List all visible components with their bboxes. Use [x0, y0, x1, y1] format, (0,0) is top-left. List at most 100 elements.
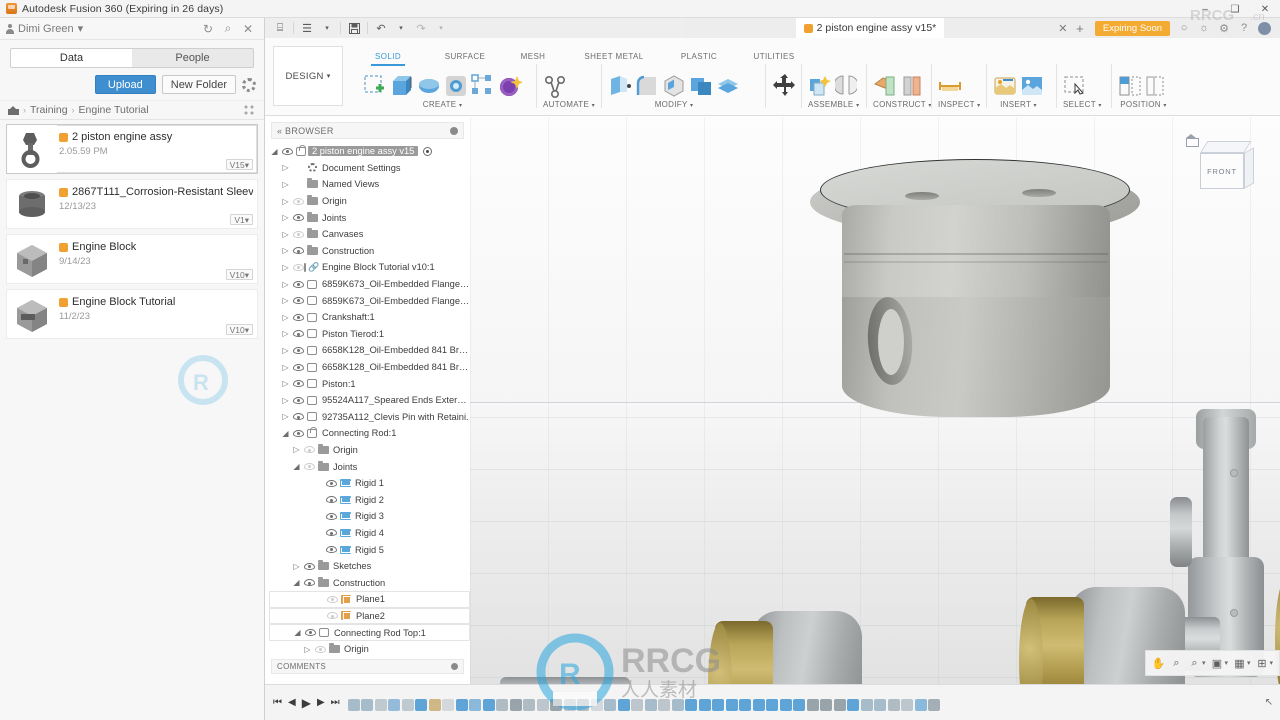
- file-card[interactable]: Engine Block Tutorial 11/2/23 V10▾: [6, 289, 258, 339]
- close-button[interactable]: ✕: [1250, 0, 1280, 18]
- browser-node[interactable]: Plane2: [269, 607, 470, 625]
- file-menu-icon[interactable]: ☰: [298, 20, 316, 36]
- timeline-feature-item[interactable]: [563, 698, 576, 711]
- insertimg-icon[interactable]: [1020, 74, 1044, 98]
- browser-node[interactable]: ▷ 6859K673_Oil-Embedded Flanged :: [269, 292, 470, 309]
- tab-close-icon[interactable]: ✕: [1055, 22, 1071, 35]
- move-icon[interactable]: [773, 74, 797, 98]
- timeline-feature-item[interactable]: [455, 698, 468, 711]
- visibility-eye-icon[interactable]: [291, 363, 305, 371]
- visibility-eye-icon[interactable]: [325, 595, 339, 603]
- visibility-eye-icon[interactable]: [291, 313, 305, 321]
- visibility-eye-icon[interactable]: [291, 197, 305, 205]
- browser-node[interactable]: ▷ Piston Tierod:1: [269, 326, 470, 343]
- browser-node[interactable]: ◢ Connecting Rod:1: [269, 425, 470, 442]
- ribbon-group-label[interactable]: AUTOMATE ▾: [543, 100, 595, 109]
- browser-node[interactable]: ▷ 95524A117_Speared Ends Externa.: [269, 392, 470, 409]
- visibility-eye-icon[interactable]: [291, 263, 305, 271]
- ribbon-group-label[interactable]: MODIFY ▾: [608, 100, 740, 109]
- timeline-go-end-button[interactable]: ⏭: [331, 697, 340, 708]
- expand-arrow-icon[interactable]: ▷: [280, 346, 291, 355]
- browser-node[interactable]: ◢ Joints: [269, 458, 470, 475]
- visibility-eye-icon[interactable]: [325, 612, 339, 620]
- browser-node[interactable]: ▷ Origin: [269, 442, 470, 459]
- timeline-feature-item[interactable]: [644, 698, 657, 711]
- browser-node[interactable]: ◢ Construction: [269, 574, 470, 591]
- browser-node[interactable]: ◢ Connecting Rod Top:1: [269, 624, 470, 641]
- view-cube-top-face[interactable]: [1200, 141, 1252, 153]
- clevis-pin[interactable]: [1170, 497, 1192, 567]
- browser-node[interactable]: Plane1: [269, 591, 470, 608]
- viewport-3d[interactable]: FRONT ✋ ⌕ ⌕ ▾ ▣ ▾ ▦ ▾ ⊞ ▾: [470, 117, 1280, 720]
- timeline-feature-item[interactable]: [428, 698, 441, 711]
- timeline-feature-item[interactable]: [820, 698, 833, 711]
- home-icon[interactable]: [1186, 134, 1199, 147]
- expand-arrow-icon[interactable]: ▷: [280, 396, 291, 405]
- browser-node[interactable]: Rigid 1: [269, 475, 470, 492]
- browser-node[interactable]: ▷ Origin: [269, 193, 470, 210]
- visibility-eye-icon[interactable]: [303, 629, 317, 637]
- timeline-feature-item[interactable]: [388, 698, 401, 711]
- collapse-icon[interactable]: «: [277, 126, 282, 136]
- timeline-feature-item[interactable]: [847, 698, 860, 711]
- expand-arrow-icon[interactable]: ▷: [280, 163, 291, 172]
- browser-node[interactable]: ▷ Joints: [269, 209, 470, 226]
- expand-arrow-icon[interactable]: ▷: [280, 412, 291, 421]
- browser-node[interactable]: Rigid 2: [269, 491, 470, 508]
- account-icon[interactable]: [1254, 18, 1274, 38]
- ribbon-tab-sheet-metal[interactable]: SHEET METAL: [578, 52, 650, 61]
- view-toggle-icon[interactable]: [243, 103, 256, 117]
- timeline-feature-item[interactable]: [739, 698, 752, 711]
- pattern-icon[interactable]: [471, 74, 495, 98]
- timeline-feature-item[interactable]: [860, 698, 873, 711]
- timeline-end-marker-icon[interactable]: ↖: [1258, 697, 1280, 708]
- browser-node[interactable]: Rigid 5: [269, 541, 470, 558]
- expand-arrow-icon[interactable]: ▷: [280, 329, 291, 338]
- visibility-eye-icon[interactable]: [302, 463, 316, 471]
- timeline-feature-item[interactable]: [550, 698, 563, 711]
- notifications-icon[interactable]: ☼: [1194, 18, 1214, 38]
- axis-icon[interactable]: [900, 74, 924, 98]
- visibility-eye-icon[interactable]: [324, 546, 338, 554]
- ribbon-group-label[interactable]: INSERT ▾: [993, 100, 1044, 109]
- maximize-button[interactable]: ❑: [1220, 0, 1250, 18]
- timeline-feature-item[interactable]: [496, 698, 509, 711]
- sketch-icon[interactable]: [363, 74, 387, 98]
- timeline-feature-item[interactable]: [347, 698, 360, 711]
- chevron-down-icon[interactable]: ▾: [1247, 659, 1251, 667]
- expand-arrow-icon[interactable]: ◢: [292, 628, 303, 637]
- browser-menu-icon[interactable]: [450, 126, 458, 135]
- expand-arrow-icon[interactable]: ▷: [280, 296, 291, 305]
- visibility-eye-icon[interactable]: [291, 280, 305, 288]
- redo-caret-icon[interactable]: ▾: [432, 20, 450, 36]
- expand-arrow-icon[interactable]: ◢: [291, 578, 302, 587]
- timeline-feature-item[interactable]: [901, 698, 914, 711]
- browser-node[interactable]: ▷ Sketches: [269, 558, 470, 575]
- visibility-eye-icon[interactable]: [324, 479, 338, 487]
- browser-node[interactable]: ▷ 6658K128_Oil-Embedded 841 Bron.: [269, 342, 470, 359]
- ribbon-tab-plastic[interactable]: PLASTIC: [673, 52, 725, 61]
- view-cube[interactable]: FRONT: [1186, 133, 1258, 205]
- timeline-feature-item[interactable]: [604, 698, 617, 711]
- visibility-eye-icon[interactable]: [291, 380, 305, 388]
- timeline-feature-item[interactable]: [671, 698, 684, 711]
- expiring-soon-button[interactable]: Expiring Soon: [1094, 20, 1171, 36]
- visibility-eye-icon[interactable]: [291, 429, 305, 437]
- browser-node[interactable]: ▷ Named Views: [269, 176, 470, 193]
- insertmcmaster-icon[interactable]: [993, 74, 1017, 98]
- visibility-eye-icon[interactable]: [324, 512, 338, 520]
- timeline-feature-item[interactable]: [874, 698, 887, 711]
- extrude-icon[interactable]: [390, 74, 414, 98]
- help-icon[interactable]: ?: [1234, 18, 1254, 38]
- file-version-badge[interactable]: V15▾: [225, 159, 253, 170]
- view-cube-front-face[interactable]: FRONT: [1200, 153, 1244, 189]
- expand-arrow-icon[interactable]: ▷: [280, 363, 291, 372]
- show-data-panel-icon[interactable]: ⌸: [271, 20, 289, 36]
- visibility-eye-icon[interactable]: [291, 230, 305, 238]
- expand-arrow-icon[interactable]: ▷: [280, 230, 291, 239]
- browser-node[interactable]: ▷ 6859K673_Oil-Embedded Flanged :: [269, 276, 470, 293]
- timeline-feature-item[interactable]: [914, 698, 927, 711]
- timeline-feature-item[interactable]: [442, 698, 455, 711]
- timeline-feature-item[interactable]: [469, 698, 482, 711]
- expand-arrow-icon[interactable]: ▷: [280, 313, 291, 322]
